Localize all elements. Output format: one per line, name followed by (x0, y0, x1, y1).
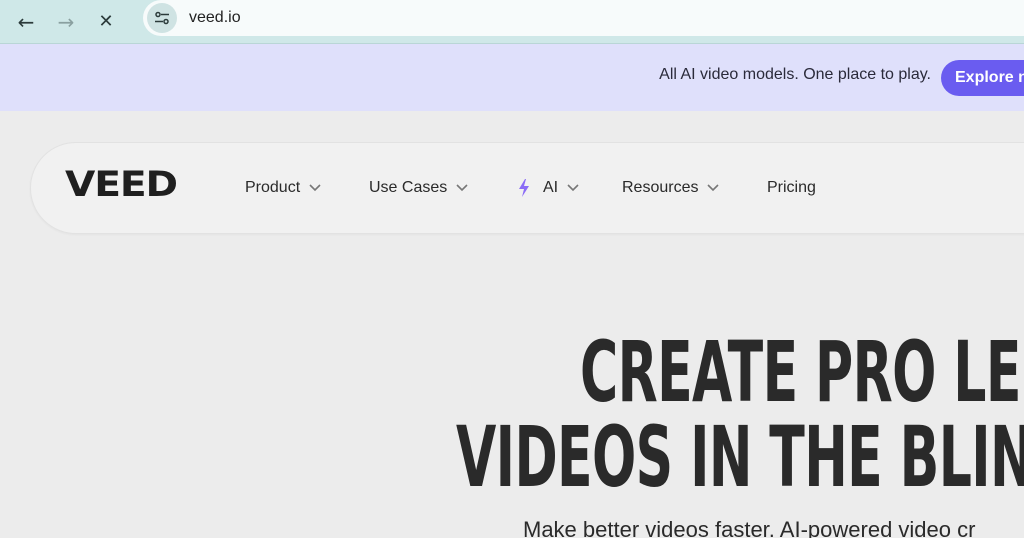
hero-subtitle: Make better videos faster. AI-powered vi… (523, 517, 976, 538)
url-text[interactable]: veed.io (189, 9, 241, 27)
nav-item-use-cases[interactable]: Use Cases (369, 177, 468, 199)
nav-item-ai[interactable]: AI (517, 177, 579, 199)
hero-title-line-2: VIDEOS IN THE BLIN (456, 408, 1024, 506)
veed-logo[interactable]: VEED (65, 165, 178, 205)
nav-item-resources[interactable]: Resources (622, 177, 720, 199)
nav-item-label: Pricing (767, 179, 816, 196)
chevron-down-icon (456, 184, 468, 192)
close-icon: ✕ (98, 11, 114, 32)
nav-item-label: Use Cases (369, 179, 448, 196)
browser-toolbar: ← → ✕ veed.io (0, 0, 1024, 44)
chevron-down-icon (707, 184, 720, 192)
arrow-left-icon: ← (17, 9, 35, 34)
promo-text: All AI video models. One place to play. (659, 66, 931, 83)
back-button[interactable]: ← (6, 5, 46, 39)
explore-button-label: Explore n (955, 69, 1024, 86)
sparkle-icon (519, 179, 529, 197)
stop-button[interactable]: ✕ (86, 5, 126, 39)
nav-item-product[interactable]: Product (245, 177, 321, 199)
nav-item-label: Resources (622, 179, 699, 196)
page: ← → ✕ veed.io All AI video models. One p… (0, 0, 1024, 538)
promo-banner: All AI video models. One place to play. … (0, 44, 1024, 111)
nav-item-label: Product (245, 179, 301, 196)
chevron-down-icon (567, 184, 579, 192)
nav-item-label: AI (543, 179, 559, 196)
hero-title-line-1: CREATE PRO LE (580, 323, 1021, 421)
site-info-button[interactable] (147, 3, 177, 33)
chevron-down-icon (309, 184, 321, 192)
nav-item-pricing[interactable]: Pricing (767, 177, 816, 199)
arrow-right-icon: → (57, 9, 75, 34)
address-bar[interactable]: veed.io (143, 0, 1024, 36)
explore-button[interactable]: Explore n (941, 60, 1024, 96)
forward-button[interactable]: → (46, 5, 86, 39)
tune-icon (155, 11, 169, 25)
